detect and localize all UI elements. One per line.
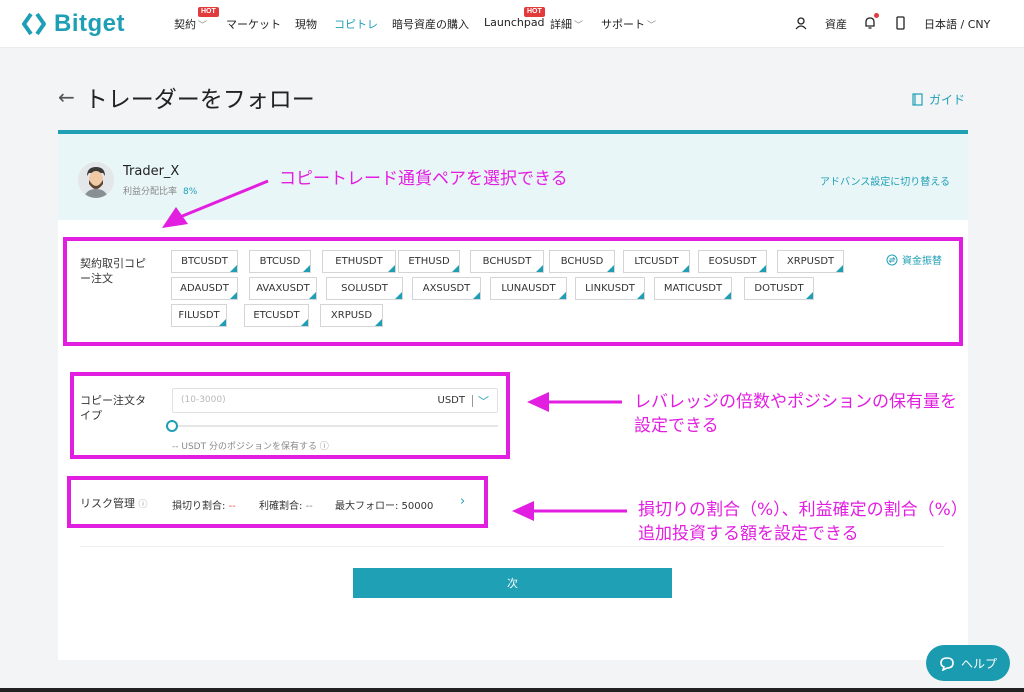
annotation-risk-line2: 追加投資する額を設定できる — [638, 524, 859, 544]
annotation-pairs-note: コピートレード通貨ペアを選択できる — [279, 169, 568, 189]
annotation-risk-note: 損切りの割合（%）、利益確定の割合（%） 追加投資する額を設定できる — [638, 498, 968, 546]
help-button[interactable]: ヘルプ — [926, 645, 1010, 681]
annotation-arrowhead-pairs — [162, 207, 188, 228]
annotation-leverage-line1: レバレッジの倍数やポジションの保有量を — [634, 392, 957, 412]
annotation-risk-line1: 損切りの割合（%）、利益確定の割合（%） — [638, 500, 968, 520]
annotation-arrow-pairs — [179, 179, 269, 219]
help-label: ヘルプ — [960, 656, 997, 671]
annotation-arrowhead-order-type — [527, 392, 549, 412]
annotation-arrows — [162, 179, 627, 521]
chat-bubble-icon — [940, 656, 954, 671]
annotation-leverage-note: レバレッジの倍数やポジションの保有量を 設定できる — [634, 390, 957, 438]
annotation-leverage-line2: 設定できる — [634, 416, 719, 436]
annotation-arrowhead-risk — [512, 501, 534, 521]
taskbar-strip — [0, 688, 1024, 692]
